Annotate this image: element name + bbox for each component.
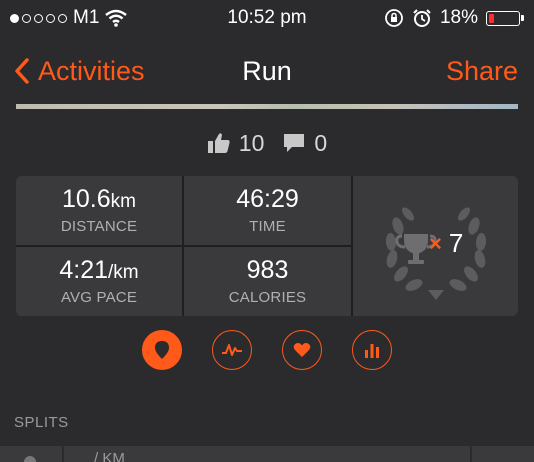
divider xyxy=(470,446,472,462)
signal-strength-icon xyxy=(10,13,67,23)
comments-count: 0 xyxy=(314,129,328,156)
achievement-count: 7 xyxy=(448,228,464,258)
map-preview[interactable] xyxy=(16,104,518,109)
achievements-button[interactable]: × 7 xyxy=(353,176,518,316)
social-stats: 10 0 xyxy=(0,126,534,160)
heart-icon xyxy=(293,343,311,357)
distance-value: 10.6 xyxy=(62,184,111,213)
distance-stat: 10.6km DISTANCE xyxy=(16,176,182,245)
tab-pace[interactable] xyxy=(212,330,252,370)
chevron-left-icon xyxy=(15,58,29,84)
avg-pace-unit: /km xyxy=(108,261,139,283)
avg-pace-value: 4:21 xyxy=(59,255,109,284)
back-button[interactable]: Activities xyxy=(0,56,145,87)
kudos-button[interactable]: 10 xyxy=(207,129,265,157)
battery-level xyxy=(489,13,494,23)
split-marker-icon xyxy=(24,456,36,462)
time-value: 46:29 xyxy=(236,184,299,213)
time-label: TIME xyxy=(249,217,286,235)
achievement-multiplier: × xyxy=(429,230,442,256)
wifi-icon xyxy=(105,9,128,27)
battery-icon xyxy=(486,10,524,26)
alarm-icon xyxy=(413,9,431,27)
status-left: M1 xyxy=(0,7,128,29)
calories-stat: 983 CALORIES xyxy=(184,247,351,316)
splits-table-header: / KM xyxy=(0,446,534,462)
splits-column-header: / KM xyxy=(94,450,125,462)
share-button[interactable]: Share xyxy=(446,56,534,87)
navigation-bar: Activities Run Share xyxy=(0,36,534,106)
tab-map[interactable] xyxy=(142,330,182,370)
carrier-name: M1 xyxy=(73,7,100,28)
kudos-count: 10 xyxy=(238,129,265,156)
calories-label: CALORIES xyxy=(228,288,307,306)
divider xyxy=(62,446,64,462)
back-button-label: Activities xyxy=(38,55,145,86)
avg-pace-stat: 4:21/km AVG PACE xyxy=(16,247,182,316)
divider xyxy=(16,245,351,247)
time-stat: 46:29 TIME xyxy=(184,176,351,245)
status-bar: M1 10:52 pm 18% xyxy=(0,0,534,36)
calories-value: 983 xyxy=(246,255,289,284)
thumbs-up-icon xyxy=(207,133,230,153)
activity-stats-panel: 10.6km DISTANCE 46:29 TIME 4:21/km AVG P… xyxy=(16,176,518,316)
rotation-lock-icon xyxy=(385,9,403,27)
comments-button[interactable]: 0 xyxy=(282,130,327,157)
distance-unit: km xyxy=(110,190,136,212)
pace-chart-icon xyxy=(222,344,242,356)
map-pin-icon xyxy=(155,341,169,359)
splits-section-label: SPLITS xyxy=(14,414,69,431)
tab-splits[interactable] xyxy=(352,330,392,370)
avg-pace-label: AVG PACE xyxy=(60,288,138,306)
tab-heart-rate[interactable] xyxy=(282,330,322,370)
distance-label: DISTANCE xyxy=(60,217,138,235)
battery-percent: 18% xyxy=(439,7,478,28)
detail-tabs xyxy=(0,330,534,374)
comment-icon xyxy=(284,134,305,152)
bar-chart-icon xyxy=(365,344,379,358)
status-right: 18% xyxy=(384,7,534,29)
